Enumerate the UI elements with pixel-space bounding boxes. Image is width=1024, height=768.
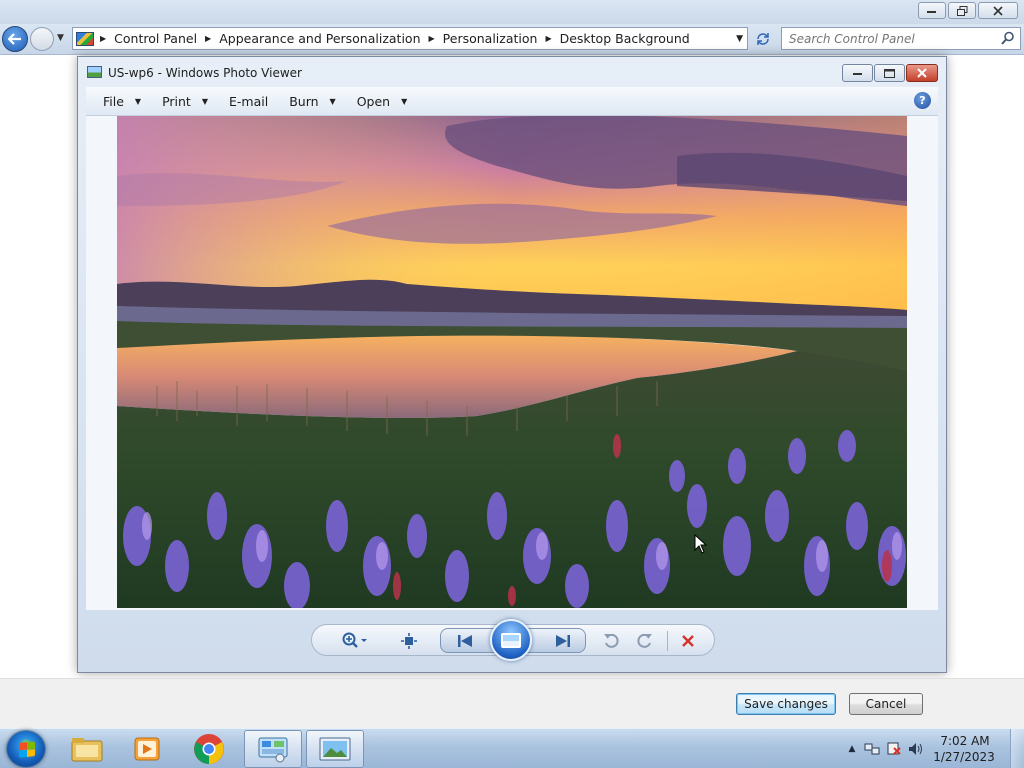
minimize-button[interactable] <box>842 64 873 82</box>
desktop-background-action-bar: Save changes Cancel <box>0 678 1024 728</box>
forward-button[interactable] <box>30 27 54 51</box>
photo-viewer-app-icon[interactable] <box>87 66 102 78</box>
menu-open-label: Open <box>356 93 391 109</box>
breadcrumb-separator-icon[interactable]: ▶ <box>100 34 106 43</box>
menu-file[interactable]: File ▼ <box>103 94 141 109</box>
minimize-button[interactable] <box>918 2 946 19</box>
mouse-cursor-icon <box>694 534 708 554</box>
recent-pages-arrow-icon[interactable]: ▼ <box>57 33 64 43</box>
photo-viewer-titlebar[interactable]: US-wp6 - Windows Photo Viewer <box>78 57 946 87</box>
zoom-button[interactable] <box>338 632 372 650</box>
back-button[interactable] <box>2 26 28 52</box>
action-center-icon[interactable] <box>886 742 902 756</box>
taskbar: ▲ 7:02 AM 1/27/2023 <box>0 728 1024 768</box>
photo-viewer-window: US-wp6 - Windows Photo Viewer File ▼ Pri… <box>77 56 947 673</box>
chevron-down-icon: ▼ <box>201 96 208 106</box>
menu-email-label: E-mail <box>229 93 269 109</box>
chevron-down-icon: ▼ <box>401 96 408 106</box>
media-player-icon <box>134 737 160 761</box>
clock-time[interactable]: 7:02 AM <box>936 734 994 748</box>
taskbar-photo-viewer[interactable] <box>306 730 364 768</box>
chrome-icon <box>194 734 224 764</box>
control-panel-icon <box>76 31 94 46</box>
save-changes-button[interactable]: Save changes <box>736 693 836 715</box>
maximize-button[interactable] <box>874 64 905 82</box>
refresh-icon <box>757 33 769 45</box>
explorer-caption-buttons <box>918 2 1018 19</box>
slideshow-button[interactable] <box>490 619 532 661</box>
network-icon[interactable] <box>864 742 880 756</box>
fit-window-icon <box>401 633 417 649</box>
menu-burn[interactable]: Burn ▼ <box>289 94 336 109</box>
menu-open[interactable]: Open ▼ <box>357 94 408 109</box>
file-explorer-icon <box>71 738 103 762</box>
rotate-right-icon <box>637 633 652 648</box>
breadcrumb-desktop-background[interactable]: Desktop Background <box>560 31 690 46</box>
breadcrumb-appearance[interactable]: Appearance and Personalization <box>219 31 420 46</box>
zoom-icon <box>342 632 367 648</box>
menu-file-label: File <box>103 93 124 109</box>
chevron-down-icon: ▼ <box>329 96 336 106</box>
refresh-button[interactable] <box>752 29 774 49</box>
restore-button[interactable] <box>948 2 976 19</box>
menu-email[interactable]: E-mail <box>229 94 268 109</box>
rotate-clockwise-button[interactable] <box>634 632 656 650</box>
breadcrumb-separator-icon[interactable]: ▶ <box>205 34 211 43</box>
menu-print-label: Print <box>162 93 191 109</box>
close-icon <box>917 68 927 78</box>
photo-viewer-caption-buttons <box>842 64 938 82</box>
help-icon[interactable]: ? <box>914 92 931 109</box>
show-desktop-button[interactable] <box>1010 729 1024 768</box>
breadcrumb-separator-icon[interactable]: ▶ <box>545 34 551 43</box>
photo-viewer-controls <box>311 619 715 661</box>
actual-size-button[interactable] <box>398 632 420 650</box>
previous-icon <box>458 635 472 647</box>
breadcrumb-control-panel[interactable]: Control Panel <box>114 31 197 46</box>
windows-logo-icon <box>19 741 35 758</box>
start-button[interactable] <box>6 730 46 768</box>
taskbar-control-panel[interactable] <box>244 730 302 768</box>
chevron-down-icon: ▼ <box>134 96 142 106</box>
close-button[interactable] <box>906 64 938 82</box>
breadcrumb-personalization[interactable]: Personalization <box>443 31 538 46</box>
cancel-button[interactable]: Cancel <box>849 693 923 715</box>
photo-viewer-icon <box>319 737 351 761</box>
rotate-left-icon <box>604 633 619 648</box>
toolbar-divider <box>667 631 668 651</box>
system-tray: ▲ 7:02 AM 1/27/2023 <box>834 729 1024 768</box>
next-icon <box>556 635 570 647</box>
next-button[interactable] <box>551 632 575 650</box>
search-icon[interactable] <box>1001 31 1015 45</box>
address-dropdown-icon[interactable]: ▼ <box>736 34 743 44</box>
search-box[interactable] <box>781 27 1021 50</box>
explorer-navigation-bar: ▼ ▶ Control Panel ▶ Appearance and Perso… <box>0 24 1024 55</box>
photo-viewer-menubar: File ▼ Print ▼ E-mail Burn ▼ Open ▼ ? <box>86 87 938 116</box>
explorer-titlebar <box>0 0 1024 24</box>
search-input[interactable] <box>789 31 989 46</box>
photo-canvas <box>86 116 938 610</box>
taskbar-file-explorer[interactable] <box>58 730 116 768</box>
close-button[interactable] <box>978 2 1018 19</box>
back-arrow-icon <box>8 33 21 45</box>
show-hidden-icons-icon[interactable]: ▲ <box>844 742 860 756</box>
taskbar-chrome[interactable] <box>180 730 238 768</box>
clock-date[interactable]: 1/27/2023 <box>932 750 996 764</box>
address-bar[interactable]: ▶ Control Panel ▶ Appearance and Persona… <box>72 27 748 50</box>
slideshow-icon <box>501 632 521 648</box>
taskbar-media-player[interactable] <box>118 730 176 768</box>
rotate-counterclockwise-button[interactable] <box>600 632 622 650</box>
control-panel-icon <box>258 737 288 763</box>
previous-button[interactable] <box>453 632 477 650</box>
delete-icon <box>682 635 694 647</box>
breadcrumb-separator-icon[interactable]: ▶ <box>429 34 435 43</box>
volume-icon[interactable] <box>908 742 924 756</box>
window-title: US-wp6 - Windows Photo Viewer <box>108 66 302 80</box>
menu-print[interactable]: Print ▼ <box>162 94 208 109</box>
delete-button[interactable] <box>677 632 699 650</box>
menu-burn-label: Burn <box>289 93 319 109</box>
landscape-photo <box>117 116 907 608</box>
